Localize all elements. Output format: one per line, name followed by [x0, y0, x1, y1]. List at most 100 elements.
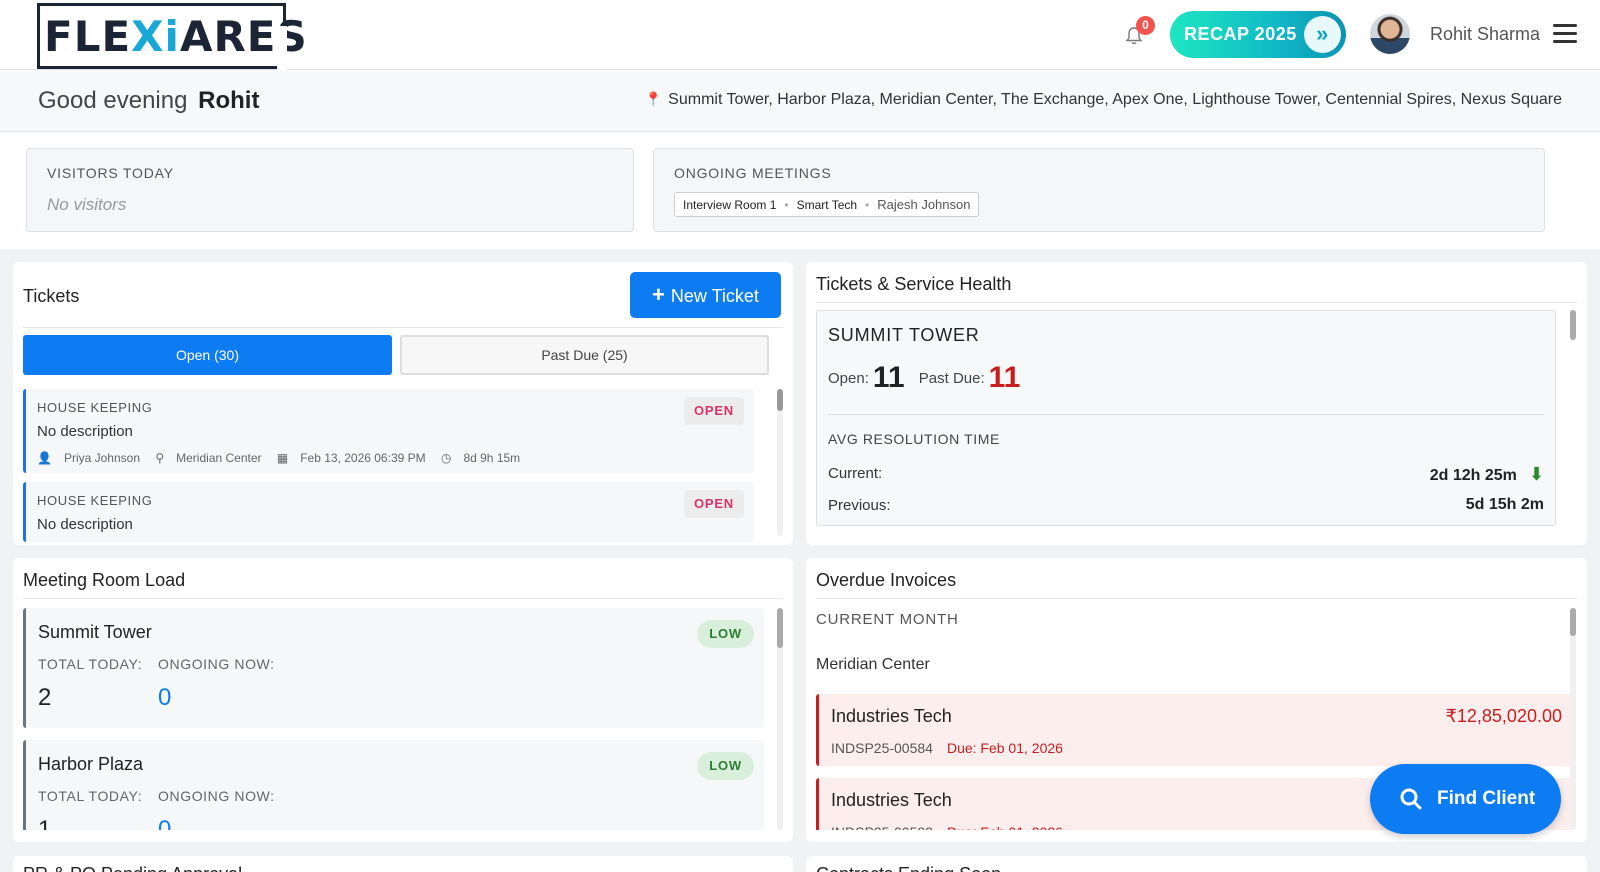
find-client-label: Find Client: [1437, 788, 1536, 809]
map-pin-icon: ⚲: [155, 451, 165, 465]
hamburger-menu-icon[interactable]: [1553, 24, 1577, 44]
past-due-label: Past Due:: [918, 370, 985, 387]
meeting-room-load-card: Meeting Room Load Summit Tower LOW TOTAL…: [13, 558, 793, 842]
notification-count-badge: 0: [1136, 16, 1155, 35]
load-badge: LOW: [697, 620, 754, 648]
current-label: Current:: [828, 465, 883, 482]
user-name[interactable]: Rohit Sharma: [1430, 24, 1540, 45]
no-visitors-text: No visitors: [47, 195, 127, 214]
ticket-item[interactable]: HOUSE KEEPING No description 👤 Priya John…: [23, 389, 754, 473]
invoice-location: Meridian Center: [816, 656, 930, 673]
ticket-meta: 👤 Priya Johnson ⚲ Meridian Center ▦ Feb 13,…: [37, 451, 532, 465]
building-health-box: SUMMIT TOWER Open: 11 Past Due: 11 AVG RES…: [816, 310, 1556, 526]
room-load-item[interactable]: Harbor Plaza LOW TOTAL TODAY: ONGOING NO…: [23, 740, 764, 842]
clock-icon: ◷: [440, 451, 452, 465]
ongoing-meeting-pill[interactable]: Interview Room 1 • Smart Tech • Rajesh Johns…: [674, 192, 980, 217]
meeting-company: Smart Tech: [796, 198, 858, 212]
arrow-down-icon: ⬇: [1528, 464, 1544, 484]
ongoing-now-label: ONGOING NOW:: [158, 788, 275, 804]
logo-part-2: Xi: [131, 12, 180, 61]
invoice-client: Industries Tech: [831, 790, 952, 810]
greeting-bar: Good evening Rohit 📍 Summit Tower, Harbor…: [0, 70, 1600, 132]
tab-past-due[interactable]: Past Due (25): [400, 335, 769, 375]
locations-text: Summit Tower, Harbor Plaza, Meridian Cen…: [668, 91, 1562, 108]
meeting-room: Interview Room 1: [683, 198, 777, 212]
tickets-title: Tickets: [23, 286, 80, 306]
tab-open[interactable]: Open (30): [23, 335, 392, 375]
invoice-amount: ₹12,85,020.00: [1445, 706, 1562, 726]
ongoing-now-value: 0: [158, 684, 172, 711]
ongoing-meetings-title: ONGOING MEETINGS: [674, 165, 832, 181]
past-due-count: 11: [988, 361, 1021, 394]
ticket-status-badge: OPEN: [683, 397, 744, 425]
overdue-invoices-title: Overdue Invoices: [816, 570, 957, 590]
pr-po-pending-title: PR & PO Pending Approval: [23, 864, 242, 872]
recap-2025-button[interactable]: RECAP 2025 »: [1170, 11, 1346, 58]
tickets-scrollbar[interactable]: [777, 389, 783, 536]
ticket-description: No description: [37, 516, 133, 533]
ticket-age: 8d 9h 15m: [463, 451, 521, 465]
plus-icon: +: [652, 282, 665, 307]
ticket-location: Meridian Center: [176, 451, 262, 465]
location-list[interactable]: 📍 Summit Tower, Harbor Plaza, Meridian Ce…: [645, 91, 1562, 109]
invoice-item[interactable]: Industries Tech ₹12,85,020.00 INDSP25-00…: [816, 694, 1572, 766]
ticket-category: HOUSE KEEPING: [37, 400, 153, 415]
invoices-scrollbar[interactable]: [1570, 608, 1576, 830]
open-label: Open:: [828, 370, 869, 387]
load-badge: LOW: [697, 752, 754, 780]
recap-label: RECAP 2025: [1184, 24, 1297, 44]
user-avatar[interactable]: [1370, 14, 1410, 54]
previous-label: Previous:: [828, 497, 891, 514]
find-client-button[interactable]: Find Client: [1370, 764, 1561, 834]
invoice-due-date: Due: Feb 01, 2026: [946, 740, 1063, 756]
room-name: Summit Tower: [38, 622, 152, 642]
total-today-value: 2: [38, 684, 52, 711]
contracts-ending-card: Contracts Ending Soon: [806, 856, 1587, 872]
logo-part-1: FLE: [44, 12, 132, 61]
total-today-label: TOTAL TODAY:: [38, 656, 143, 672]
ticket-description: No description: [37, 423, 133, 440]
flexiares-logo[interactable]: FLEXiARES: [37, 3, 307, 72]
map-pin-icon: 📍: [644, 91, 663, 107]
invoice-period: CURRENT MONTH: [816, 611, 959, 628]
invoice-number: INDSP25-00584: [831, 740, 933, 756]
calendar-icon: ▦: [276, 451, 289, 465]
greeting: Good evening Rohit: [38, 87, 259, 115]
search-icon: [1400, 788, 1422, 810]
double-chevron-right-icon: »: [1304, 16, 1341, 53]
greeting-name: Rohit: [198, 87, 260, 114]
ticket-user: Priya Johnson: [63, 451, 140, 465]
ongoing-meetings-card: ONGOING MEETINGS Interview Room 1 • Smart …: [653, 148, 1545, 232]
new-ticket-button[interactable]: + New Ticket: [630, 272, 781, 318]
ticket-category: HOUSE KEEPING: [37, 493, 153, 508]
health-scrollbar[interactable]: [1570, 310, 1576, 340]
pr-po-pending-card: PR & PO Pending Approval: [13, 856, 793, 872]
service-health-card: Tickets & Service Health SUMMIT TOWER Op…: [806, 262, 1587, 545]
summary-area: VISITORS TODAY No visitors ONGOING MEETI…: [0, 132, 1600, 249]
greeting-text: Good evening: [38, 87, 188, 114]
room-name: Harbor Plaza: [38, 754, 144, 774]
visitors-title: VISITORS TODAY: [47, 165, 174, 181]
tickets-card: Tickets + New Ticket Open (30) Past Due (…: [13, 262, 793, 545]
top-header: FLEXiARES 0 RECAP 2025 » Rohit Sharma: [0, 0, 1600, 72]
ongoing-now-label: ONGOING NOW:: [158, 656, 275, 672]
open-past-due-counts: Open: 11 Past Due: 11: [828, 361, 1030, 395]
previous-resolution-time: 5d 15h 2m: [1465, 496, 1544, 513]
room-load-scrollbar[interactable]: [777, 608, 783, 830]
open-count: 11: [872, 361, 905, 394]
logo-part-3: ARES: [179, 12, 308, 61]
total-today-label: TOTAL TODAY:: [38, 788, 143, 804]
ticket-item[interactable]: HOUSE KEEPING No description OPEN: [23, 482, 754, 542]
ticket-date: Feb 13, 2026 06:39 PM: [300, 451, 426, 465]
user-icon: 👤: [37, 451, 52, 465]
current-resolution-time: 2d 12h 25m: [1429, 467, 1517, 484]
contracts-ending-title: Contracts Ending Soon: [816, 864, 1001, 872]
building-name: SUMMIT TOWER: [828, 325, 980, 345]
ticket-status-badge: OPEN: [683, 490, 744, 518]
new-ticket-label: New Ticket: [670, 286, 759, 306]
visitors-today-card: VISITORS TODAY No visitors: [26, 148, 634, 232]
room-load-item[interactable]: Summit Tower LOW TOTAL TODAY: ONGOING NO…: [23, 608, 764, 728]
meeting-person: Rajesh Johnson: [877, 197, 971, 212]
meeting-room-load-title: Meeting Room Load: [23, 570, 186, 590]
avg-resolution-title: AVG RESOLUTION TIME: [828, 431, 1000, 447]
